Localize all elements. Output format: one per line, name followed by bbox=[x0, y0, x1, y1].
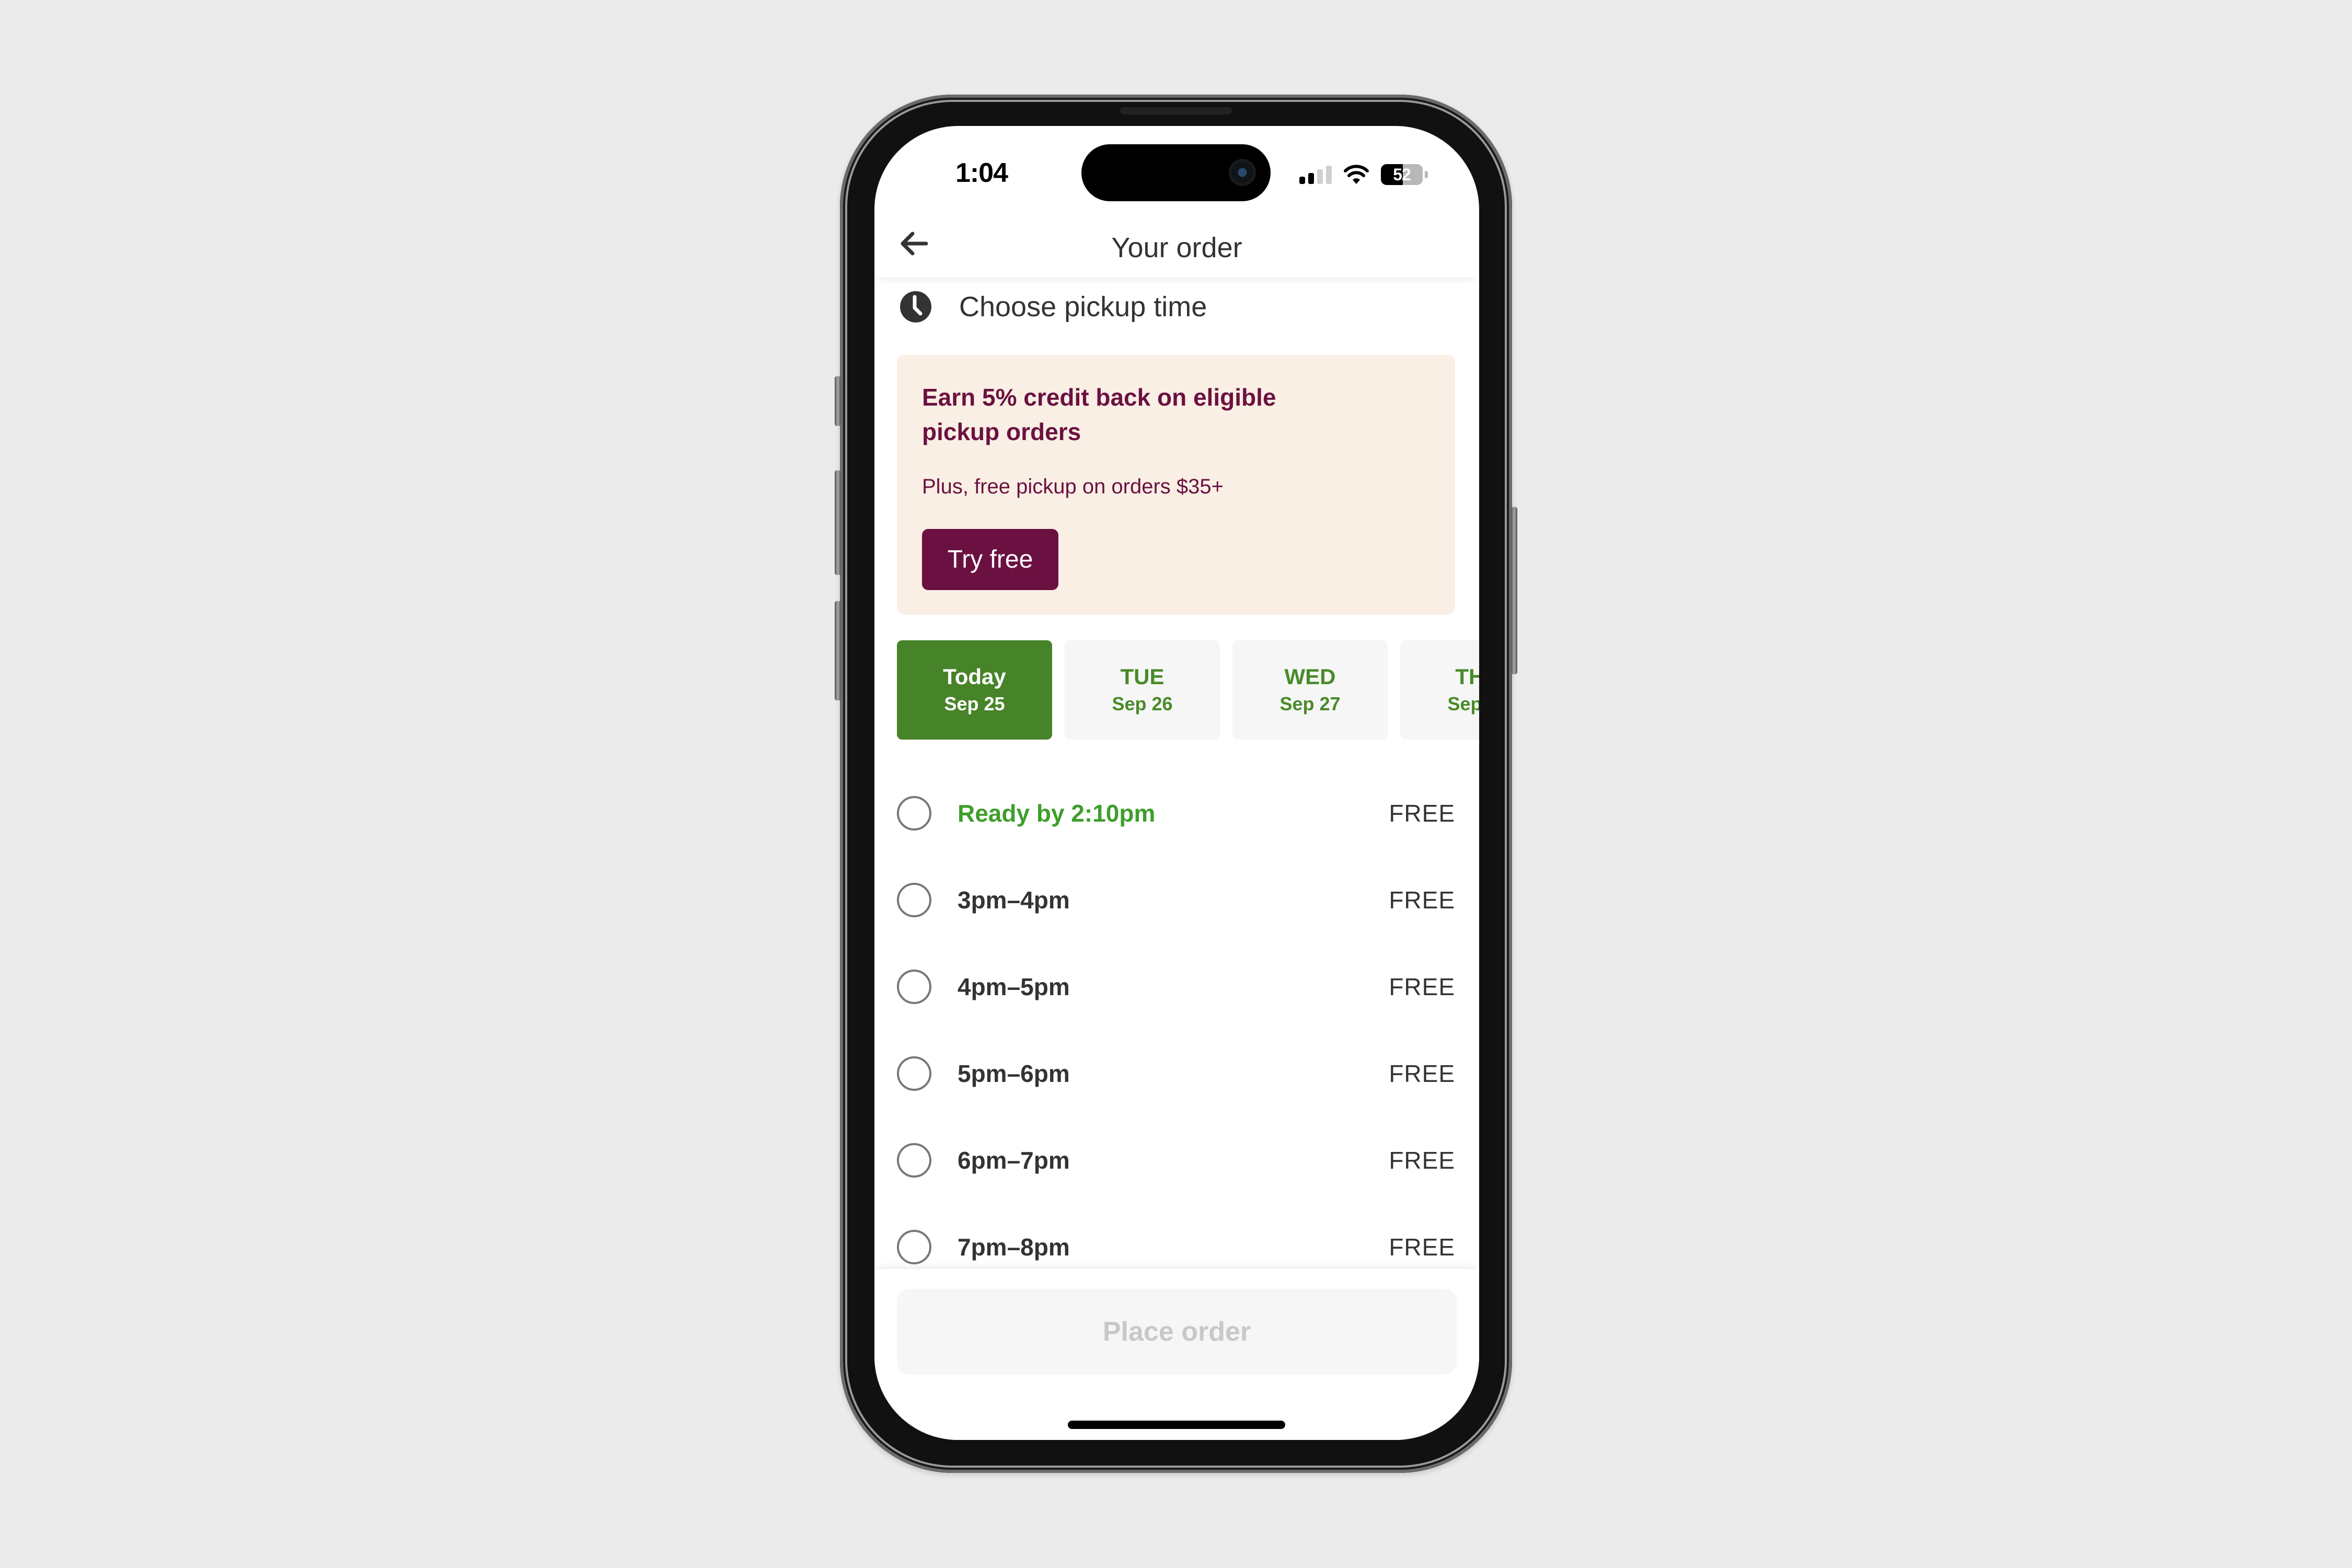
time-slot-price: FREE bbox=[1389, 1147, 1455, 1174]
radio-button[interactable] bbox=[897, 883, 931, 917]
place-order-button[interactable]: Place order bbox=[897, 1289, 1457, 1375]
radio-button[interactable] bbox=[897, 1056, 931, 1091]
action-button bbox=[835, 376, 841, 426]
pickup-content: Choose pickup time Earn 5% credit back o… bbox=[874, 278, 1479, 1271]
time-slot-price: FREE bbox=[1389, 1060, 1455, 1087]
time-slot-price: FREE bbox=[1389, 1233, 1455, 1261]
radio-button[interactable] bbox=[897, 796, 931, 831]
date-tab[interactable]: WED Sep 27 bbox=[1232, 640, 1388, 740]
volume-down-button bbox=[835, 601, 841, 700]
time-slot-price: FREE bbox=[1389, 886, 1455, 914]
time-slot-option[interactable]: 3pm–4pm FREE bbox=[897, 869, 1455, 931]
time-slot-option[interactable]: 5pm–6pm FREE bbox=[897, 1042, 1455, 1105]
signal-bar bbox=[1317, 169, 1323, 184]
date-tab-date: Sep 28 bbox=[1447, 693, 1479, 714]
power-button bbox=[1511, 507, 1517, 674]
time-slot-label: 6pm–7pm bbox=[958, 1147, 1070, 1174]
section-header: Choose pickup time bbox=[900, 291, 1207, 323]
promo-card: Earn 5% credit back on eligible pickup o… bbox=[897, 355, 1455, 615]
time-slot-price: FREE bbox=[1389, 800, 1455, 827]
battery-nub bbox=[1425, 171, 1428, 178]
status-icons: 52 bbox=[1299, 162, 1428, 188]
cellular-signal-icon bbox=[1299, 165, 1332, 184]
phone-screen: 1:04 52 Your order Choose pickup time Ea… bbox=[874, 126, 1479, 1440]
radio-button[interactable] bbox=[897, 1143, 931, 1178]
time-slot-option[interactable]: 6pm–7pm FREE bbox=[897, 1129, 1455, 1192]
earpiece-speaker bbox=[1120, 107, 1232, 114]
time-slot-label: 4pm–5pm bbox=[958, 973, 1070, 1000]
signal-bar bbox=[1299, 177, 1305, 184]
date-tab[interactable]: Today Sep 25 bbox=[897, 640, 1052, 740]
status-time: 1:04 bbox=[955, 158, 1008, 188]
date-tab-date: Sep 26 bbox=[1112, 693, 1173, 714]
promo-title: Earn 5% credit back on eligible pickup o… bbox=[922, 384, 1276, 445]
battery-percent: 52 bbox=[1393, 165, 1411, 184]
time-slot-option[interactable]: 4pm–5pm FREE bbox=[897, 955, 1455, 1018]
camera-icon bbox=[1229, 159, 1256, 186]
volume-up-button bbox=[835, 470, 841, 575]
dynamic-island bbox=[1081, 144, 1271, 201]
footer-bar: Place order bbox=[874, 1269, 1479, 1440]
battery-icon: 52 bbox=[1381, 164, 1423, 185]
date-tab-date: Sep 27 bbox=[1279, 693, 1341, 714]
app-header: Your order bbox=[874, 204, 1479, 278]
signal-bar bbox=[1326, 166, 1332, 184]
time-slot-label: Ready by 2:10pm bbox=[958, 800, 1156, 827]
date-tab[interactable]: TUE Sep 26 bbox=[1065, 640, 1220, 740]
date-tab-day: THU bbox=[1455, 664, 1479, 689]
time-slot-option[interactable]: Ready by 2:10pm FREE bbox=[897, 782, 1455, 845]
radio-button[interactable] bbox=[897, 970, 931, 1004]
clock-icon bbox=[900, 291, 931, 322]
home-indicator[interactable] bbox=[1068, 1421, 1285, 1429]
page-title: Your order bbox=[1111, 232, 1242, 263]
section-title: Choose pickup time bbox=[959, 291, 1207, 322]
wifi-icon bbox=[1344, 165, 1369, 184]
promo-subtitle: Plus, free pickup on orders $35+ bbox=[922, 475, 1224, 498]
date-tabs: Today Sep 25 TUE Sep 26 WED Sep 27 THU Sep 28 bbox=[897, 640, 1479, 740]
time-slot-price: FREE bbox=[1389, 973, 1455, 1000]
signal-bar bbox=[1308, 173, 1314, 184]
radio-button[interactable] bbox=[897, 1230, 931, 1264]
date-tab-day: WED bbox=[1284, 664, 1336, 689]
date-tab[interactable]: THU Sep 28 bbox=[1400, 640, 1479, 740]
date-tab-day: Today bbox=[943, 664, 1006, 689]
time-slot-label: 3pm–4pm bbox=[958, 886, 1070, 914]
date-tab-date: Sep 25 bbox=[944, 693, 1005, 714]
time-slot-label: 7pm–8pm bbox=[958, 1233, 1070, 1261]
date-tab-day: TUE bbox=[1120, 664, 1165, 689]
try-free-button[interactable]: Try free bbox=[922, 529, 1058, 590]
time-slot-label: 5pm–6pm bbox=[958, 1060, 1070, 1087]
